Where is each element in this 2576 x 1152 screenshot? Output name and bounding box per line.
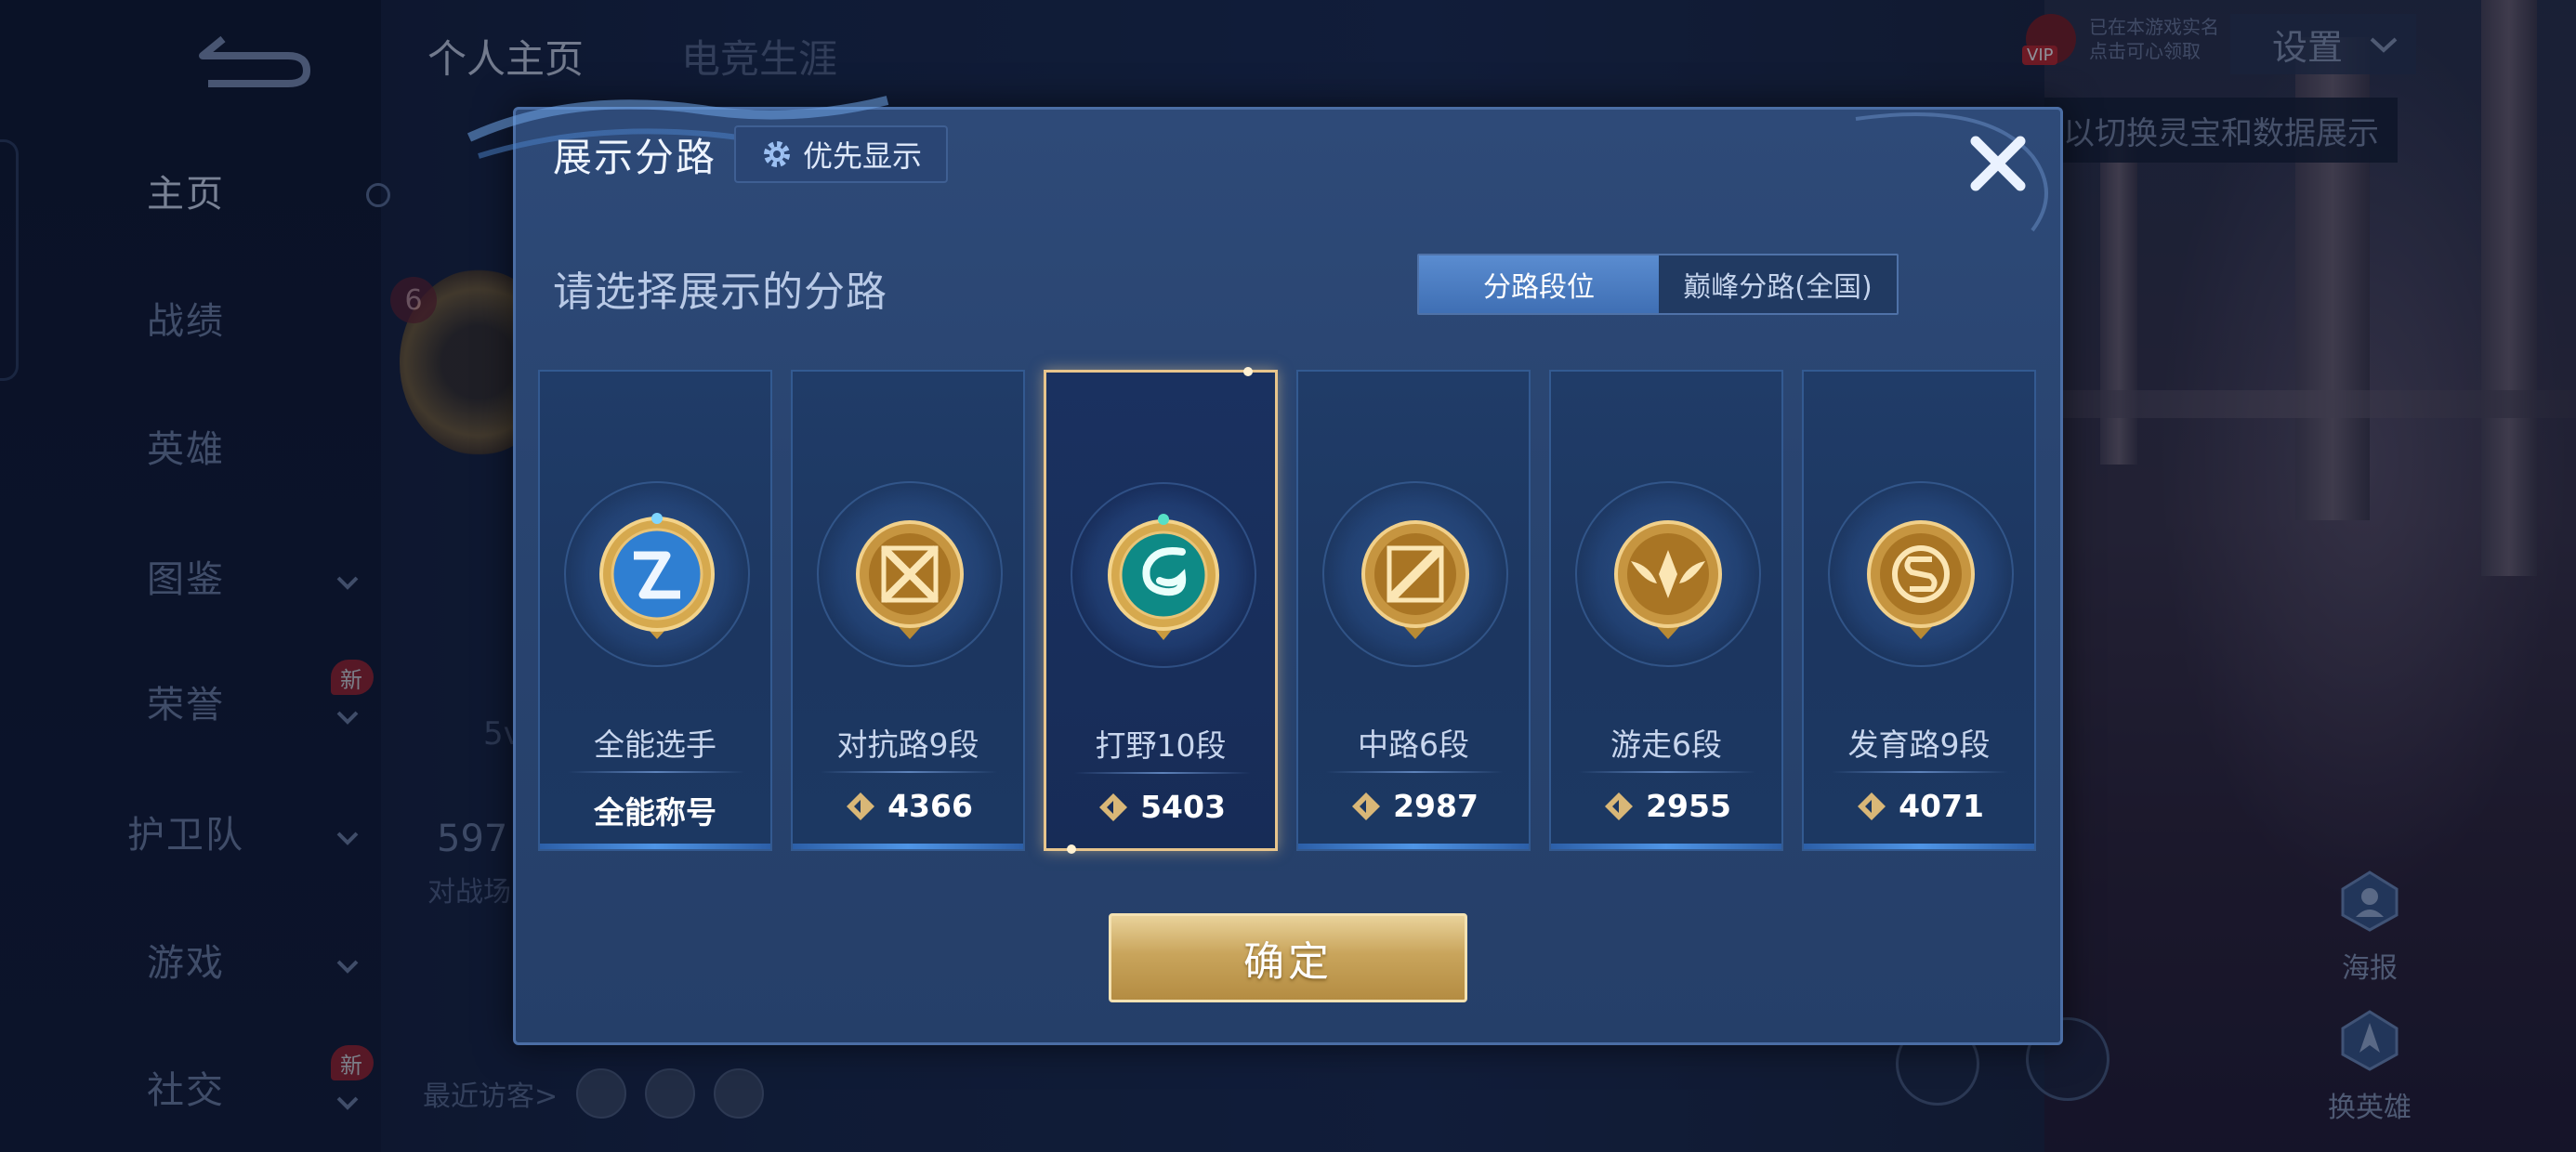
mid-lane-emblem-icon	[1350, 509, 1480, 648]
confirm-button[interactable]: 确定	[1109, 913, 1467, 1002]
lane-score-value: 2987	[1393, 788, 1479, 824]
rank-score-icon	[1099, 792, 1128, 821]
lane-mode-toggle: 分路段位 巅峰分路(全国)	[1417, 254, 1899, 315]
selection-corner-dot	[1243, 367, 1253, 376]
card-bottom-glow	[793, 844, 1023, 849]
divider	[568, 771, 744, 773]
all-round-emblem-icon	[592, 509, 722, 648]
lane-name: 中路6段	[1358, 727, 1469, 763]
divider	[821, 771, 997, 773]
lane-score-value: 4366	[887, 788, 973, 824]
toggle-lane-rank[interactable]: 分路段位	[1419, 255, 1659, 313]
rank-score-icon	[1352, 792, 1381, 820]
lane-score-value: 2955	[1646, 788, 1731, 824]
dialog-title: 展示分路	[553, 135, 717, 180]
divider	[1074, 772, 1251, 774]
lane-card-mid[interactable]: 中路6段 2987	[1296, 370, 1531, 851]
card-bottom-glow	[1551, 844, 1781, 849]
lane-score-value: 5403	[1140, 789, 1226, 825]
confirm-label: 确定	[1243, 938, 1333, 986]
roam-emblem-icon	[1603, 509, 1733, 648]
card-bottom-glow	[1804, 844, 2034, 849]
dialog-subtitle: 请选择展示的分路	[553, 268, 887, 316]
gear-icon	[763, 141, 790, 167]
lane-score: 4366	[793, 788, 1023, 824]
lane-card-clash[interactable]: 对抗路9段 4366	[791, 370, 1025, 851]
rank-score-icon	[1858, 792, 1886, 820]
lane-card-farm[interactable]: 发育路9段 4071	[1802, 370, 2036, 851]
lane-name: 发育路9段	[1847, 727, 1991, 763]
lane-score: 2987	[1298, 788, 1529, 824]
close-icon	[1970, 136, 2026, 191]
lane-display-dialog: 展示分路 优先显示 请选择展示的分路 分路段位 巅峰分路(全国) 全能选手 全能…	[467, 96, 2063, 1045]
priority-display-label: 优先显示	[802, 138, 922, 174]
card-bottom-glow	[1298, 844, 1529, 849]
lane-score: 全能称号	[540, 788, 770, 832]
lane-score-value: 全能称号	[594, 794, 716, 831]
clash-lane-emblem-icon	[845, 509, 975, 648]
game-screen: VIP 已在本游戏实名 点击可心领取 设置 以切换灵宝和数据展示 海报 换英雄 …	[0, 0, 2576, 1152]
lane-name: 打野10段	[1095, 727, 1227, 764]
selection-corner-dot	[1067, 844, 1076, 854]
lane-score-value: 4071	[1899, 788, 1984, 824]
close-button[interactable]	[1961, 126, 2035, 201]
lane-name: 全能选手	[594, 727, 716, 763]
lane-score: 5403	[1046, 789, 1275, 825]
divider	[1326, 771, 1503, 773]
divider	[1579, 771, 1755, 773]
card-bottom-glow	[540, 844, 770, 849]
toggle-peak-lane-national[interactable]: 巅峰分路(全国)	[1659, 255, 1897, 313]
rank-score-icon	[1605, 792, 1634, 820]
rank-score-icon	[847, 792, 875, 820]
lane-score: 2955	[1551, 788, 1781, 824]
jungle-emblem-icon	[1098, 510, 1229, 649]
priority-display-button[interactable]: 优先显示	[734, 125, 948, 183]
lane-card-jungle[interactable]: 打野10段 5403	[1044, 367, 1278, 854]
divider	[1832, 771, 2008, 773]
lane-score: 4071	[1804, 788, 2034, 824]
lane-name: 对抗路9段	[836, 727, 979, 763]
farm-lane-emblem-icon	[1856, 509, 1986, 648]
lane-card-all-round[interactable]: 全能选手 全能称号	[538, 370, 772, 851]
lane-card-roam[interactable]: 游走6段 2955	[1549, 370, 1783, 851]
lane-name: 游走6段	[1610, 727, 1722, 763]
decorative-swirl-icon	[1855, 112, 2048, 232]
